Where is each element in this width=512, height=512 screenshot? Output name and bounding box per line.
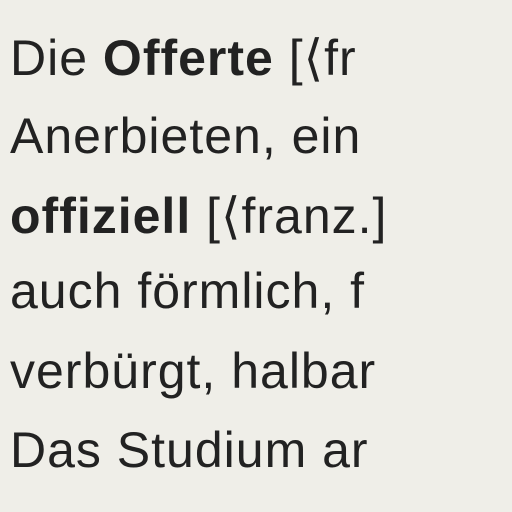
- headword: offiziell: [10, 188, 192, 244]
- text-line: auch förmlich, f: [10, 266, 365, 316]
- text-line: offiziell [⟨franz.]: [10, 191, 387, 241]
- text: [⟨fr: [273, 30, 357, 86]
- text-line: Anerbieten, ein: [10, 111, 361, 161]
- text-line: Das Studium ar: [10, 425, 369, 475]
- text: Das Studium ar: [10, 422, 369, 478]
- text-line: verbürgt, halbar: [10, 346, 376, 396]
- text: auch förmlich, f: [10, 263, 366, 319]
- text: Anerbieten, ein: [10, 108, 362, 164]
- text: verbürgt, halbar: [10, 343, 377, 399]
- headword: Offerte: [102, 30, 274, 86]
- text-line: Die Offerte [⟨fr: [10, 33, 357, 83]
- text: Die: [10, 30, 103, 86]
- text: [⟨franz.]: [191, 188, 388, 244]
